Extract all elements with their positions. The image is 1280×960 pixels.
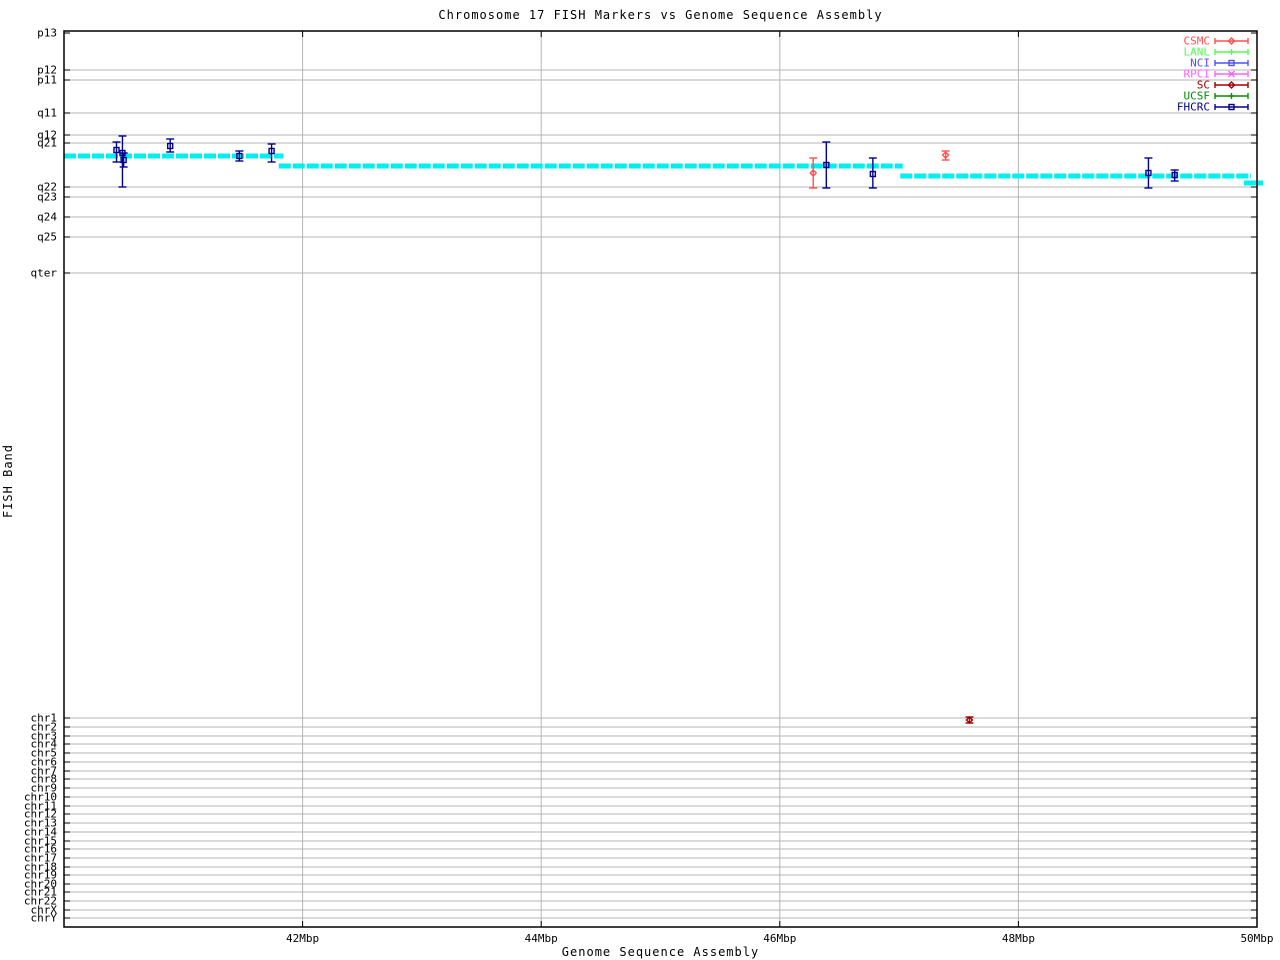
y-tick-q23: q23 — [37, 191, 57, 204]
y-tick-labels: p13p12p11q11q12q21q22q23q24q25qterchr1ch… — [24, 27, 57, 925]
x-tick-50Mbp: 50Mbp — [1240, 932, 1273, 945]
y-tick-q21: q21 — [37, 137, 57, 150]
x-tick-42Mbp: 42Mbp — [286, 932, 319, 945]
legend-label-FHCRC: FHCRC — [1177, 101, 1210, 114]
y-tick-q25: q25 — [37, 231, 57, 244]
x-tick-46Mbp: 46Mbp — [763, 932, 796, 945]
assembly-segments — [64, 153, 1263, 186]
plot-canvas: p13p12p11q11q12q21q22q23q24q25qterchr1ch… — [24, 27, 1274, 946]
y-tick-chrY: chrY — [31, 912, 58, 925]
series-CSMC — [809, 150, 950, 189]
y-tick-p13: p13 — [37, 27, 57, 40]
x-tick-48Mbp: 48Mbp — [1002, 932, 1035, 945]
y-tick-q11: q11 — [37, 107, 57, 120]
y-tick-q24: q24 — [37, 211, 57, 224]
fish-marker-chart: Chromosome 17 FISH Markers vs Genome Seq… — [0, 0, 1280, 960]
x-tick-44Mbp: 44Mbp — [525, 932, 558, 945]
legend: CSMCLANLNCIRPCISCUCSFFHCRC — [1177, 35, 1249, 114]
y-tick-p11: p11 — [37, 74, 57, 87]
y-tick-qter: qter — [31, 267, 58, 280]
x-tick-labels: 42Mbp 44Mbp 46Mbp 48Mbp 50Mbp — [286, 932, 1274, 945]
